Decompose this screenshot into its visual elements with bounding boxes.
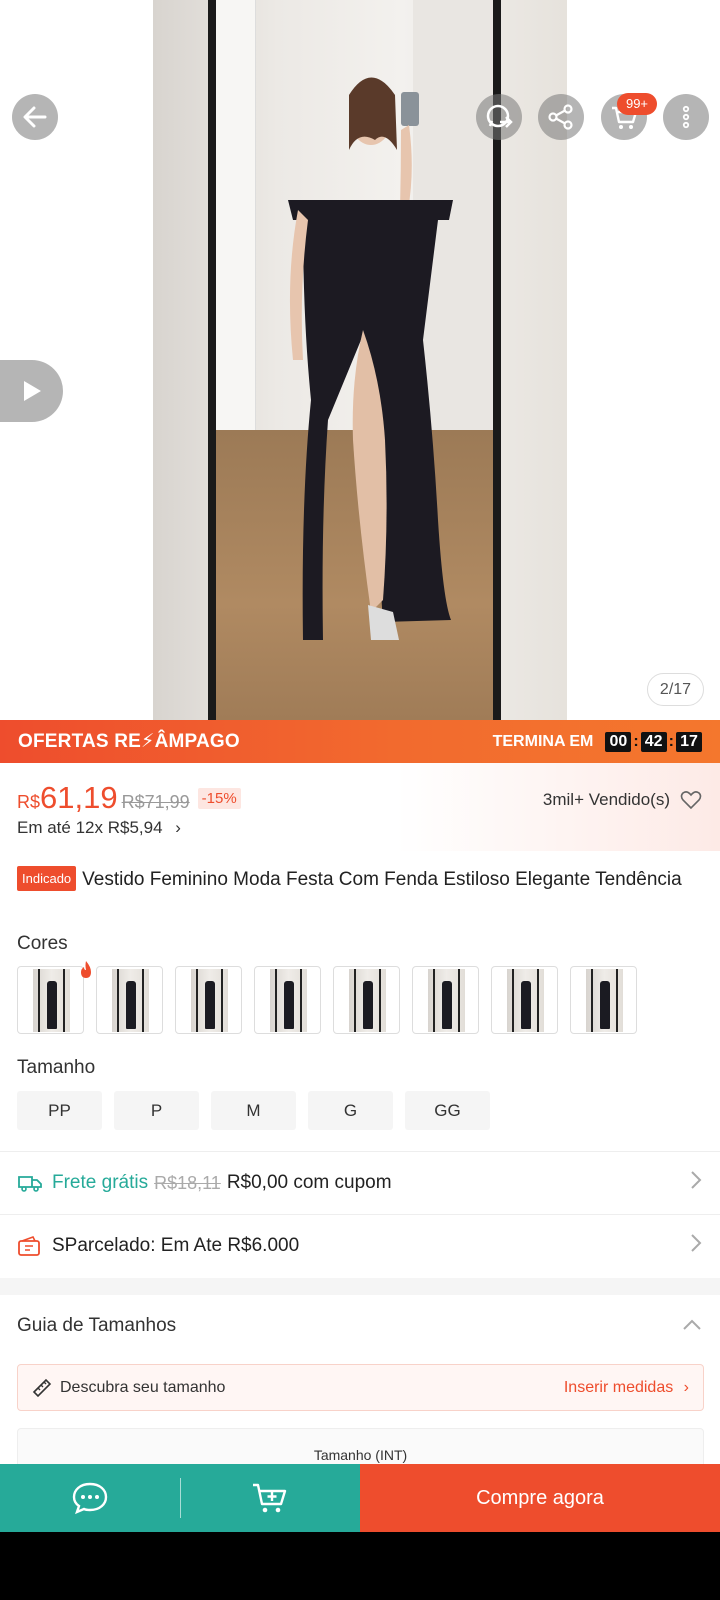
sold-text: 3mil+ Vendido(s)	[542, 790, 670, 809]
color-option[interactable]	[570, 966, 637, 1034]
shipping-new-price: R$0,00 com cupom	[226, 1172, 392, 1193]
chat-button[interactable]	[0, 1464, 180, 1532]
insert-measurements-link[interactable]: Inserir medidas ›	[564, 1379, 689, 1397]
size-option-gg[interactable]: GG	[405, 1091, 490, 1130]
swatch-dress	[47, 981, 57, 1029]
countdown-hours: 00	[605, 731, 632, 752]
shipping-row[interactable]: Frete grátis R$18,11 R$0,00 com cupom	[0, 1151, 720, 1214]
product-page: 99+ 2/17 OFERTAS RE⚡ÂMPAGO TERMINA EM 00…	[0, 0, 720, 1600]
color-option[interactable]	[254, 966, 321, 1034]
swatch-dress	[205, 981, 215, 1029]
system-nav-bar	[0, 1532, 720, 1600]
recommended-badge: Indicado	[17, 866, 77, 891]
bottom-action-bar: Compre agora	[0, 1464, 720, 1532]
section-divider	[0, 1278, 720, 1295]
find-size-text: Descubra seu tamanho	[60, 1378, 226, 1396]
swatch-dress	[442, 981, 452, 1029]
swatch-dress	[284, 981, 294, 1029]
heart-icon[interactable]	[680, 790, 702, 810]
product-gallery[interactable]: 99+ 2/17	[0, 0, 720, 720]
swatch-dress	[600, 981, 610, 1029]
back-button[interactable]	[12, 94, 58, 140]
sold-count: 3mil+ Vendido(s)	[543, 790, 702, 810]
color-option[interactable]	[17, 966, 84, 1034]
shipping-old-price: R$18,11	[154, 1172, 221, 1193]
product-title: Indicado Vestido Feminino Moda Festa Com …	[17, 866, 707, 891]
price-current: 61,19	[40, 780, 118, 815]
buy-now-button[interactable]: Compre agora	[360, 1464, 720, 1532]
colors-label: Cores	[17, 933, 68, 954]
size-option-pp[interactable]: PP	[17, 1091, 102, 1130]
size-option-m[interactable]: M	[211, 1091, 296, 1130]
countdown-separator: :	[668, 732, 674, 750]
countdown-separator: :	[633, 732, 639, 750]
insert-measurements-text: Inserir medidas	[563, 1378, 674, 1396]
add-to-cart-icon	[253, 1483, 287, 1513]
color-options	[17, 966, 637, 1034]
chevron-up-icon[interactable]	[682, 1318, 702, 1332]
fire-icon	[81, 961, 91, 978]
share-icon	[548, 104, 573, 130]
flash-sale-countdown: TERMINA EM 00 : 42 : 17	[492, 731, 702, 752]
share-button[interactable]	[538, 94, 584, 140]
countdown-minutes: 42	[640, 731, 667, 752]
color-option[interactable]	[96, 966, 163, 1034]
price-section: R$ 61,19 R$71,99 -15% Em até 12x R$5,94 …	[0, 763, 720, 851]
price-line: R$ 61,19 R$71,99 -15%	[17, 780, 241, 816]
find-size-banner[interactable]: Descubra seu tamanho Inserir medidas ›	[17, 1364, 704, 1411]
arrow-left-icon	[23, 106, 47, 128]
play-icon	[23, 381, 41, 401]
installments-text: Em até 12x R$5,94	[17, 818, 163, 837]
add-to-cart-button[interactable]	[181, 1464, 361, 1532]
color-option[interactable]	[333, 966, 400, 1034]
chevron-right-icon	[690, 1233, 702, 1259]
wallet-icon	[18, 1236, 42, 1256]
price-currency: R$	[17, 792, 41, 812]
chat-seller-button[interactable]	[476, 94, 522, 140]
truck-icon	[18, 1174, 42, 1192]
gallery-counter: 2/17	[647, 673, 704, 706]
price-original: R$71,99	[121, 792, 190, 812]
cart-count-badge: 99+	[617, 93, 657, 115]
size-table-header: Tamanho (INT)	[313, 1447, 408, 1463]
chevron-right-icon: ›	[683, 1378, 689, 1396]
size-options: PP P M G GG	[17, 1091, 490, 1130]
size-option-p[interactable]: P	[114, 1091, 199, 1130]
free-shipping-label: Frete grátis	[52, 1172, 149, 1193]
color-option[interactable]	[175, 966, 242, 1034]
installment-text: SParcelado: Em Ate R$6.000	[52, 1235, 300, 1256]
flash-sale-bar[interactable]: OFERTAS RE⚡ÂMPAGO TERMINA EM 00 : 42 : 1…	[0, 720, 720, 763]
more-button[interactable]	[663, 94, 709, 140]
ruler-icon	[32, 1378, 52, 1398]
whatsapp-icon	[486, 104, 513, 128]
chevron-right-icon	[690, 1170, 702, 1196]
swatch-dress	[521, 981, 531, 1029]
size-guide-title[interactable]: Guia de Tamanhos	[17, 1315, 176, 1337]
countdown-seconds: 17	[676, 731, 702, 752]
chat-icon	[72, 1482, 107, 1515]
color-option[interactable]	[491, 966, 558, 1034]
chevron-right-icon: ›	[175, 818, 181, 837]
swatch-dress	[126, 981, 136, 1029]
product-title-text: Vestido Feminino Moda Festa Com Fenda Es…	[82, 869, 682, 890]
discount-badge: -15%	[197, 787, 241, 809]
installment-row[interactable]: SParcelado: Em Ate R$6.000	[0, 1214, 720, 1277]
installments-link[interactable]: Em até 12x R$5,94 ›	[17, 818, 181, 838]
color-option[interactable]	[412, 966, 479, 1034]
more-vertical-icon	[682, 105, 690, 129]
play-video-button[interactable]	[0, 360, 63, 422]
flash-sale-title: OFERTAS RE⚡ÂMPAGO	[18, 731, 240, 752]
size-label: Tamanho	[17, 1057, 96, 1078]
size-option-g[interactable]: G	[308, 1091, 393, 1130]
bottom-left-actions	[0, 1464, 360, 1532]
swatch-dress	[363, 981, 373, 1029]
countdown-label: TERMINA EM	[492, 732, 594, 750]
